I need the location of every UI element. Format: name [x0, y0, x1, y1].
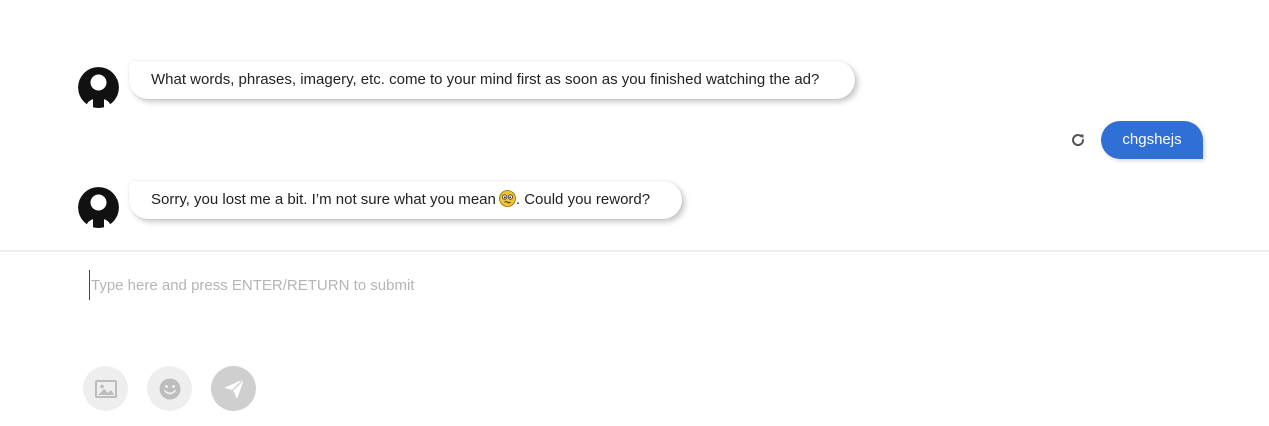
confused-face-icon — [498, 190, 516, 207]
bot-message-bubble: Sorry, you lost me a bit. I’m not sure w… — [129, 181, 682, 219]
bot-avatar — [78, 67, 119, 108]
person-icon — [78, 187, 119, 228]
user-message-text: chgshejs — [1122, 131, 1182, 148]
message-composer — [0, 250, 1269, 426]
send-icon — [223, 378, 244, 399]
person-icon — [78, 67, 119, 108]
chat-transcript: What words, phrases, imagery, etc. come … — [0, 0, 1269, 250]
user-message-bubble: chgshejs — [1101, 121, 1203, 159]
retry-icon[interactable] — [1069, 131, 1087, 149]
emoji-picker-button[interactable] — [147, 366, 192, 411]
smiley-icon — [159, 378, 180, 399]
bot-message-text-end: . Could you reword? — [515, 191, 651, 208]
bot-message-text: Sorry, you lost me a bit. I’m not sure w… — [151, 191, 496, 208]
send-button[interactable] — [211, 366, 256, 411]
bot-avatar — [78, 187, 119, 228]
bot-message-text: What words, phrases, imagery, etc. come … — [151, 71, 820, 88]
image-icon — [94, 379, 117, 398]
bot-message-bubble: What words, phrases, imagery, etc. come … — [129, 61, 855, 99]
message-input[interactable] — [89, 270, 1191, 300]
image-upload-button[interactable] — [83, 366, 128, 411]
